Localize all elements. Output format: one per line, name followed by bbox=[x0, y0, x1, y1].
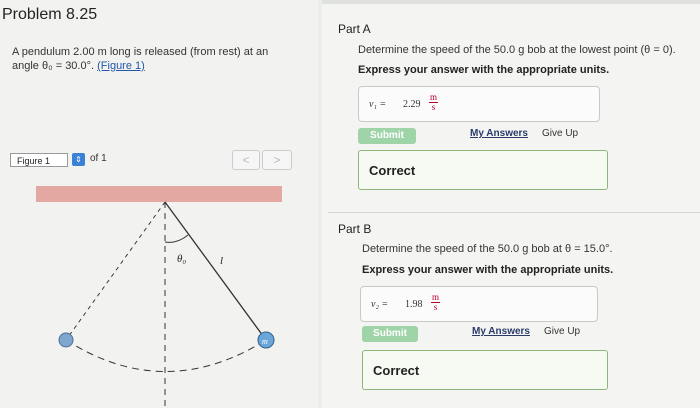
bob-mass-label: m bbox=[262, 337, 268, 346]
figure-next-button[interactable]: > bbox=[262, 150, 292, 170]
answer-panel: Part A Determine the speed of the 50.0 g… bbox=[322, 0, 700, 408]
problem-statement: A pendulum 2.00 m long is released (from… bbox=[12, 45, 302, 73]
part-a-my-answers-link[interactable]: My Answers bbox=[470, 128, 528, 139]
problem-text-line2: angle θ₀ = 30.0°. bbox=[12, 60, 95, 72]
figure-prev-button[interactable]: < bbox=[232, 150, 260, 170]
swing-arc bbox=[65, 339, 267, 372]
length-label: l bbox=[220, 255, 223, 267]
figure-stepper-icon[interactable]: ⇕ bbox=[72, 153, 85, 166]
part-a-answer-box[interactable]: v₁ = 2.29 ms bbox=[358, 86, 600, 122]
problem-panel: Problem 8.25 A pendulum 2.00 m long is r… bbox=[0, 0, 318, 408]
top-divider bbox=[322, 0, 700, 4]
angle-label: θ₀ bbox=[177, 253, 186, 265]
problem-text-line1: A pendulum 2.00 m long is released (from… bbox=[12, 46, 269, 58]
initial-string-dashed bbox=[65, 201, 166, 341]
part-a-unit-den: s bbox=[431, 102, 436, 112]
ceiling-support bbox=[36, 186, 282, 202]
problem-title: Problem 8.25 bbox=[2, 6, 98, 23]
pendulum-string bbox=[164, 201, 267, 341]
part-b-variable: v₂ = bbox=[371, 299, 389, 310]
part-b-value: 1.98 bbox=[405, 299, 423, 310]
part-a-value: 2.29 bbox=[403, 99, 421, 110]
part-a-instruction: Express your answer with the appropriate… bbox=[358, 64, 610, 76]
part-a-title: Part A bbox=[338, 22, 371, 36]
part-a-question: Determine the speed of the 50.0 g bob at… bbox=[358, 44, 676, 56]
part-b-instruction: Express your answer with the appropriate… bbox=[362, 264, 614, 276]
part-a-variable: v₁ = bbox=[369, 99, 387, 110]
part-b-give-up-link[interactable]: Give Up bbox=[544, 326, 580, 337]
part-b-submit-button[interactable]: Submit bbox=[362, 326, 418, 342]
part-b-title: Part B bbox=[338, 222, 372, 236]
pendulum-figure: m θ₀ l bbox=[36, 186, 282, 406]
angle-arc bbox=[164, 234, 189, 243]
part-b-my-answers-link[interactable]: My Answers bbox=[472, 326, 530, 337]
part-b-result: Correct bbox=[362, 350, 608, 390]
figure-count: of 1 bbox=[90, 153, 107, 164]
figure-toolbar: Figure 1 ⇕ of 1 < > bbox=[10, 150, 306, 172]
part-a-unit: ms bbox=[429, 93, 439, 112]
part-b-question: Determine the speed of the 50.0 g bob at… bbox=[362, 243, 613, 255]
part-b-unit: ms bbox=[431, 293, 441, 312]
part-a-submit-button[interactable]: Submit bbox=[358, 128, 416, 144]
part-divider bbox=[328, 212, 700, 213]
figure-link[interactable]: (Figure 1) bbox=[97, 60, 145, 72]
part-a-result: Correct bbox=[358, 150, 608, 190]
released-bob bbox=[58, 332, 74, 348]
figure-label: Figure 1 bbox=[10, 153, 68, 167]
part-b-unit-den: s bbox=[433, 302, 438, 312]
part-b-answer-box[interactable]: v₂ = 1.98 ms bbox=[360, 286, 598, 322]
part-a-give-up-link[interactable]: Give Up bbox=[542, 128, 578, 139]
